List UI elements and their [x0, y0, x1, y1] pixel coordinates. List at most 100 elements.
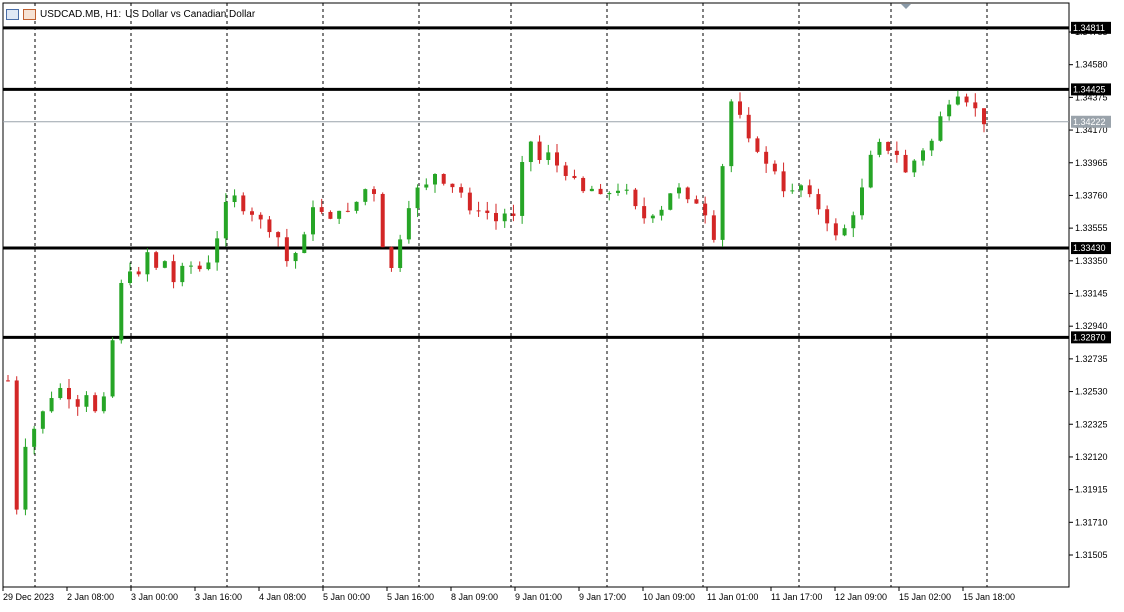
candle-body: [790, 190, 795, 192]
candle-body: [528, 141, 533, 163]
symbol-label: USDCAD.MB, H1:: [40, 8, 122, 20]
candle-body: [677, 187, 681, 194]
y-tick-label: 1.33555: [1075, 223, 1108, 233]
candle-body: [119, 282, 124, 341]
candle-body: [903, 154, 908, 173]
candle-body: [58, 387, 63, 399]
candle-body: [781, 171, 786, 192]
candle-body: [398, 239, 403, 268]
x-tick-label: 12 Jan 09:00: [835, 592, 887, 602]
candle-body: [215, 238, 220, 263]
candle-body: [328, 211, 333, 219]
candle-body: [441, 174, 446, 184]
candle-body: [75, 399, 80, 407]
candle-body: [598, 188, 603, 195]
candle-body: [162, 261, 167, 268]
y-tick-label: 1.32940: [1075, 321, 1108, 331]
candle-body: [197, 265, 202, 270]
y-tick-label: 1.33760: [1075, 190, 1108, 200]
candle-body: [772, 163, 777, 172]
x-tick-label: 9 Jan 17:00: [579, 592, 626, 602]
x-tick-label: 9 Jan 01:00: [515, 592, 562, 602]
candle-body: [877, 141, 882, 155]
candle-body: [799, 185, 803, 191]
candle-body: [764, 151, 769, 164]
candle-body: [738, 101, 742, 115]
y-tick-label: 1.32120: [1075, 452, 1108, 462]
x-tick-label: 15 Jan 02:00: [899, 592, 951, 602]
y-tick-label: 1.31505: [1075, 550, 1108, 560]
level-price-label: 1.34811: [1073, 23, 1105, 33]
candle-body: [955, 96, 960, 105]
candle-body: [711, 215, 716, 240]
candle-body: [6, 380, 10, 382]
x-tick-label: 2 Jan 08:00: [67, 592, 114, 602]
candle-body: [389, 247, 394, 268]
x-tick-label: 3 Jan 16:00: [195, 592, 242, 602]
candle-body: [241, 195, 246, 212]
candle-body: [14, 380, 19, 510]
candle-body: [668, 193, 673, 210]
candle-body: [816, 194, 821, 210]
candle-body: [825, 209, 830, 224]
candle-body: [110, 340, 115, 397]
chart-window[interactable]: USDCAD.MB, H1: US Dollar vs Canadian Dol…: [0, 0, 1124, 607]
chart-properties-icon[interactable]: [23, 8, 36, 20]
candle-body: [206, 262, 211, 270]
y-tick-label: 1.32735: [1075, 354, 1108, 364]
candle-body: [136, 271, 141, 275]
candle-body: [354, 201, 359, 211]
candle-body: [563, 165, 568, 176]
candle-body: [450, 183, 455, 188]
x-tick-label: 29 Dec 2023: [3, 592, 54, 602]
candle-body: [40, 411, 45, 429]
candle-body: [947, 104, 952, 117]
candle-body: [93, 395, 98, 412]
candle-body: [276, 232, 281, 238]
x-tick-label: 11 Jan 17:00: [771, 592, 822, 602]
candle-body: [424, 184, 429, 188]
x-tick-label: 15 Jan 18:00: [963, 592, 1015, 602]
candle-body: [250, 211, 254, 215]
candle-body: [345, 210, 350, 212]
candle-body: [555, 152, 559, 166]
candle-body: [912, 160, 917, 173]
candle-body: [868, 154, 873, 188]
candle-body: [284, 237, 289, 262]
candle-body: [929, 140, 934, 151]
y-tick-label: 1.34580: [1075, 60, 1108, 70]
candle-body: [67, 387, 71, 400]
candle-body: [659, 209, 664, 216]
candle-body: [363, 189, 368, 202]
candle-body: [616, 190, 620, 193]
candle-body: [293, 253, 298, 262]
candle-body: [380, 193, 385, 248]
candle-body: [624, 189, 629, 191]
candle-body: [459, 187, 464, 193]
candle-body: [886, 141, 891, 151]
candle-body: [223, 202, 228, 239]
candle-body: [842, 228, 847, 236]
candle-body: [502, 213, 507, 222]
x-tick-label: 11 Jan 01:00: [707, 592, 758, 602]
candle-body: [415, 187, 420, 209]
candle-body: [520, 162, 525, 216]
y-tick-label: 1.33965: [1075, 158, 1108, 168]
candle-body: [746, 114, 751, 139]
price-chart[interactable]: 29 Dec 2023 2 Jan 08:00 3 Jan 00:00 3 Jan 1…: [0, 0, 1124, 607]
candle-body: [494, 212, 498, 222]
menu-icon[interactable]: [6, 8, 19, 20]
x-tick-label: 10 Jan 09:00: [643, 592, 695, 602]
symbol-description: US Dollar vs Canadian Dollar: [125, 8, 256, 20]
current-price-label: 1.34222: [1073, 117, 1106, 127]
candle-body: [319, 207, 324, 212]
candle-body: [633, 189, 638, 207]
y-tick-label: 1.31710: [1075, 517, 1108, 527]
candle-body: [511, 213, 516, 216]
candle-body: [581, 177, 586, 192]
y-tick-label: 1.33145: [1075, 289, 1108, 299]
candle-body: [145, 252, 150, 275]
candle-body: [703, 203, 708, 216]
candle-body: [485, 210, 490, 213]
candle-body: [406, 208, 411, 240]
